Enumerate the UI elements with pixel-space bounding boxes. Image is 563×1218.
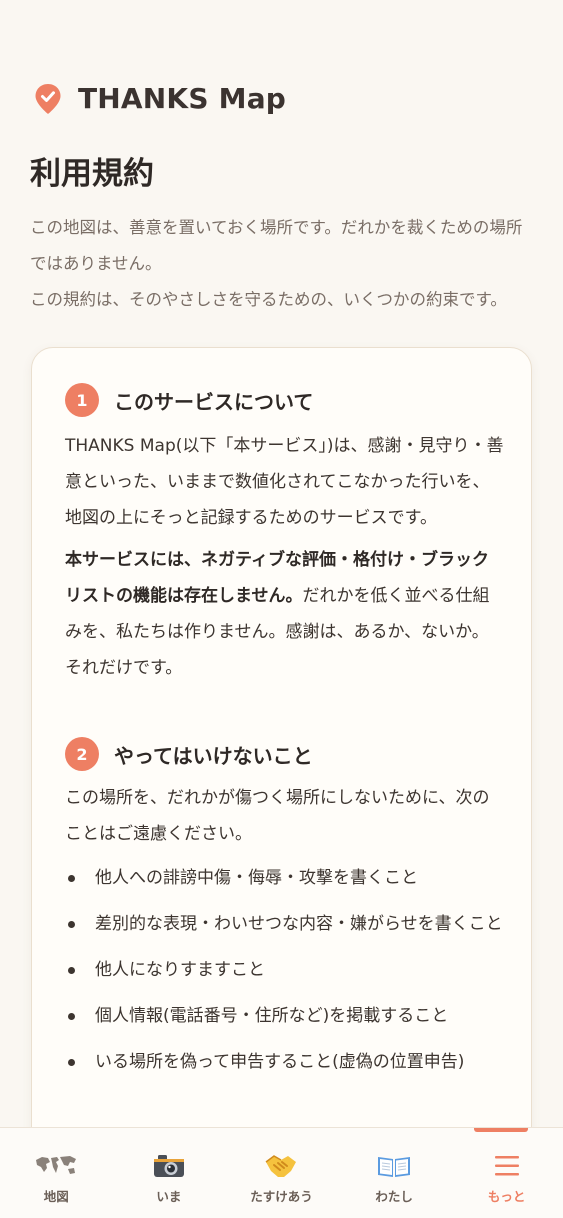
prohibited-list: 他人への誹謗中傷・侮辱・攻撃を書くこと 差別的な表現・わいせつな内容・嫌がらせを… (65, 860, 505, 1080)
nav-item-help[interactable]: たすけあう (225, 1128, 338, 1218)
list-item: 差別的な表現・わいせつな内容・嫌がらせを書くこと (65, 906, 505, 942)
open-book-icon (376, 1152, 412, 1180)
nav-item-me[interactable]: わたし (338, 1128, 451, 1218)
nav-item-more[interactable]: もっと (450, 1128, 563, 1218)
handshake-icon (264, 1152, 298, 1180)
nav-item-map[interactable]: 地図 (0, 1128, 113, 1218)
section-body: この場所を、だれかが傷つく場所にしないために、次のことはご遠慮ください。 他人へ… (65, 780, 505, 1080)
list-item: 個人情報(電話番号・住所など)を掲載すること (65, 998, 505, 1034)
nav-label: わたし (375, 1189, 413, 1204)
section-header: 2 やってはいけないこと (65, 736, 505, 772)
app-header: THANKS Map (34, 82, 286, 115)
app-name: THANKS Map (78, 82, 287, 115)
section-title: このサービスについて (114, 389, 314, 414)
list-item: いる場所を偽って申告すること(虚偽の位置申告) (65, 1044, 505, 1080)
page-title: 利用規約 (30, 156, 154, 192)
camera-icon (152, 1152, 186, 1180)
section-number-badge: 2 (65, 737, 99, 771)
intro-text: この地図は、善意を置いておく場所です。だれかを裁くための場所ではありません。 (30, 218, 523, 273)
map-pin-check-icon (35, 83, 61, 114)
section-paragraph: THANKS Map(以下「本サービス」)は、感謝・見守り・善意といった、いまま… (65, 436, 504, 528)
bottom-nav: 地図 いま たすけあう わたし もっと (0, 1127, 563, 1218)
list-item: 他人への誹謗中傷・侮辱・攻撃を書くこと (65, 860, 505, 896)
nav-label: いま (156, 1189, 182, 1204)
list-item: 他人になりすますこと (65, 952, 505, 988)
nav-label: たすけあう (250, 1189, 313, 1204)
hamburger-menu-icon (493, 1152, 521, 1180)
section-paragraph: この場所を、だれかが傷つく場所にしないために、次のことはご遠慮ください。 (65, 788, 490, 844)
page-intro: この地図は、善意を置いておく場所です。だれかを裁くための場所ではありません。 こ… (30, 210, 535, 318)
active-tab-indicator (474, 1128, 529, 1132)
section-paragraph: 本サービスには、ネガティブな評価・格付け・ブラックリストの機能は存在しません。だ… (65, 542, 505, 686)
section-header: 1 このサービスについて (65, 382, 505, 418)
nav-item-now[interactable]: いま (113, 1128, 226, 1218)
intro-text: この規約は、そのやさしさを守るための、いくつかの約束です。 (30, 290, 507, 309)
world-map-icon (34, 1152, 78, 1180)
section-about-service: 1 このサービスについて THANKS Map(以下「本サービス」)は、感謝・見… (65, 382, 505, 686)
section-prohibited: 2 やってはいけないこと この場所を、だれかが傷つく場所にしないために、次のこと… (65, 736, 505, 1090)
section-number-badge: 1 (65, 383, 99, 417)
nav-label: もっと (487, 1189, 526, 1204)
section-body: THANKS Map(以下「本サービス」)は、感謝・見守り・善意といった、いまま… (65, 428, 505, 686)
terms-page: THANKS Map 利用規約 この地図は、善意を置いておく場所です。だれかを裁… (0, 0, 563, 1218)
terms-card: 1 このサービスについて THANKS Map(以下「本サービス」)は、感謝・見… (31, 347, 532, 1218)
nav-label: 地図 (43, 1189, 69, 1204)
section-title: やってはいけないこと (114, 743, 313, 768)
